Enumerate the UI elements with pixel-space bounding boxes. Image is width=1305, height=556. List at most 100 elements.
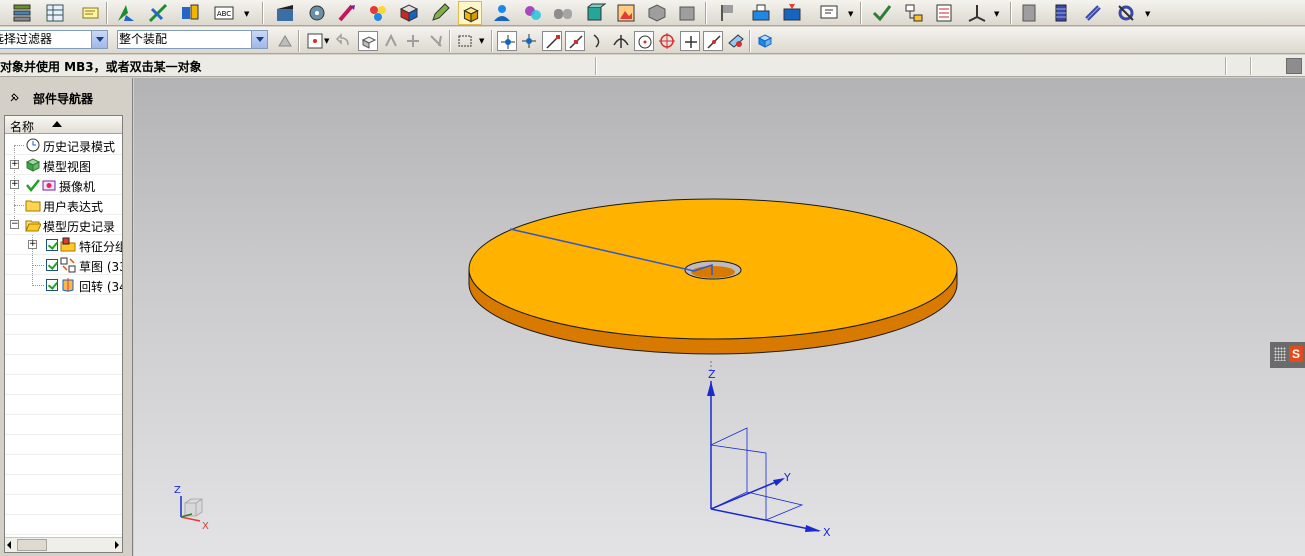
snap-intersection-icon[interactable]: [611, 31, 631, 51]
mirror-assembly-icon[interactable]: [178, 1, 202, 25]
gear-part-icon[interactable]: [305, 1, 329, 25]
tree-item-label: 模型历史记录: [43, 220, 116, 234]
snap-point-icon[interactable]: [305, 31, 325, 51]
snap-arc-center-icon[interactable]: [634, 31, 654, 51]
grip-icon[interactable]: [1286, 58, 1302, 74]
empty-row: [5, 455, 122, 475]
dropdown-arrow-icon[interactable]: ▼: [324, 37, 332, 45]
gray-cube-icon[interactable]: [645, 1, 669, 25]
snap-quadrant-icon[interactable]: [657, 31, 677, 51]
gray-snap-3-icon[interactable]: [426, 31, 446, 51]
folder-icon: [25, 197, 41, 213]
gray-snap-1-icon[interactable]: [381, 31, 401, 51]
tree-item-model-views[interactable]: + 模型视图: [5, 155, 122, 175]
clapper-icon[interactable]: [273, 1, 297, 25]
tree-item-camera[interactable]: + 摄像机: [5, 175, 122, 195]
layer-stack-icon[interactable]: [10, 1, 34, 25]
brush-icon[interactable]: [335, 1, 359, 25]
rectangle-select-icon[interactable]: [455, 31, 475, 51]
graphics-viewport[interactable]: Z X Y Z X S: [134, 78, 1305, 556]
feature-group-icon: [60, 237, 76, 253]
tree-item-feature-group[interactable]: + 特征分组: [5, 235, 122, 255]
assembly-blue-icon[interactable]: [749, 1, 773, 25]
snap-existing-point-icon[interactable]: [680, 31, 700, 51]
expand-plus-icon[interactable]: +: [10, 160, 19, 169]
scroll-thumb[interactable]: [17, 539, 47, 551]
axes-icon[interactable]: [965, 1, 989, 25]
gray-box-icon[interactable]: [675, 1, 699, 25]
pencil-icon[interactable]: [428, 1, 452, 25]
shaded-view-icon[interactable]: [358, 31, 378, 51]
render-spheres-icon[interactable]: [521, 1, 545, 25]
status-message: 对象并使用 MB3，或者双击某一对象: [0, 60, 202, 74]
tree-item-label: 回转 (34: [79, 280, 123, 294]
model-scene[interactable]: Z X Y Z X: [134, 78, 1305, 556]
expand-plus-icon[interactable]: +: [10, 180, 19, 189]
snap-center-icon[interactable]: [519, 31, 539, 51]
snap-midpoint-icon[interactable]: [565, 31, 585, 51]
pin-icon[interactable]: [9, 91, 21, 103]
dropdown-arrow-icon[interactable]: ▼: [848, 10, 856, 18]
gray-snap-2-icon[interactable]: [403, 31, 423, 51]
scroll-left-arrow-icon[interactable]: [7, 541, 11, 549]
snap-on-curve-icon[interactable]: [703, 31, 723, 51]
column-header-name[interactable]: 名称: [5, 116, 122, 134]
book-icon[interactable]: [1017, 1, 1041, 25]
tree-item-model-history[interactable]: − 模型历史记录: [5, 215, 122, 235]
snap-on-surface-icon[interactable]: [726, 31, 746, 51]
tree-item-user-expressions[interactable]: 用户表达式: [5, 195, 122, 215]
color-spheres-icon[interactable]: [366, 1, 390, 25]
grid-icon: [1274, 347, 1286, 361]
insert-part-icon[interactable]: [780, 1, 804, 25]
visibility-checkbox[interactable]: [46, 279, 58, 291]
shaded-cube-icon[interactable]: [397, 1, 421, 25]
dropdown-arrow-icon[interactable]: ▼: [994, 10, 1002, 18]
gear-tools-icon[interactable]: [1114, 1, 1138, 25]
select-body-icon[interactable]: [458, 1, 482, 25]
chevron-down-icon[interactable]: [251, 31, 267, 48]
scroll-right-arrow-icon[interactable]: [115, 541, 119, 549]
hierarchy-icon[interactable]: [902, 1, 926, 25]
spring-icon[interactable]: [1081, 1, 1105, 25]
move-component-icon[interactable]: [114, 1, 138, 25]
horizontal-scrollbar[interactable]: [5, 537, 122, 552]
undo-icon[interactable]: [334, 31, 354, 51]
selection-filter-combo[interactable]: 选择过滤器: [0, 30, 108, 49]
visibility-checkbox[interactable]: [46, 259, 58, 271]
collapse-minus-icon[interactable]: −: [10, 220, 19, 229]
selection-scope-value: 整个装配: [119, 32, 168, 46]
snap-control-icon[interactable]: [588, 31, 608, 51]
table-icon[interactable]: [43, 1, 67, 25]
resource-bar-tab[interactable]: S: [1270, 342, 1305, 368]
flag-icon[interactable]: [715, 1, 739, 25]
tree-item-sketch[interactable]: 草图 (33: [5, 255, 122, 275]
blue-cube-icon[interactable]: [755, 31, 775, 51]
snap-grid-icon[interactable]: [497, 31, 517, 51]
spool-icon[interactable]: [1049, 1, 1073, 25]
selection-scope-combo[interactable]: 整个装配: [117, 30, 268, 49]
visibility-checkbox[interactable]: [46, 239, 58, 251]
constraint-icon[interactable]: [146, 1, 170, 25]
teal-cube-icon[interactable]: [583, 1, 607, 25]
gray-blocks-icon[interactable]: [551, 1, 575, 25]
snap-endpoint-icon[interactable]: [542, 31, 562, 51]
tree-item-label: 模型视图: [43, 160, 92, 174]
tree-item-history-mode[interactable]: 历史记录模式: [5, 135, 122, 155]
dropdown-arrow-icon[interactable]: ▼: [1145, 10, 1153, 18]
check-icon[interactable]: [870, 1, 894, 25]
text-frame-icon[interactable]: ABC: [212, 1, 236, 25]
dropdown-arrow-icon[interactable]: ▼: [244, 10, 252, 18]
chevron-down-icon[interactable]: [91, 31, 107, 48]
navigator-tree[interactable]: 名称 历史记录模式 + 模型视图 + 摄像机 用户表达式 − 模型历史记录 + …: [4, 115, 123, 553]
expand-plus-icon[interactable]: +: [28, 240, 37, 249]
user-icon[interactable]: [490, 1, 514, 25]
monitor-icon[interactable]: [817, 1, 841, 25]
tree-item-revolve[interactable]: 回转 (34: [5, 275, 122, 295]
list-edit-icon[interactable]: [933, 1, 957, 25]
clock-icon: [25, 137, 41, 153]
picture-icon[interactable]: [614, 1, 638, 25]
filter-settings-icon[interactable]: [275, 31, 295, 51]
dropdown-arrow-icon[interactable]: ▼: [479, 37, 487, 45]
note-icon[interactable]: [78, 1, 102, 25]
column-name-label: 名称: [10, 120, 35, 134]
